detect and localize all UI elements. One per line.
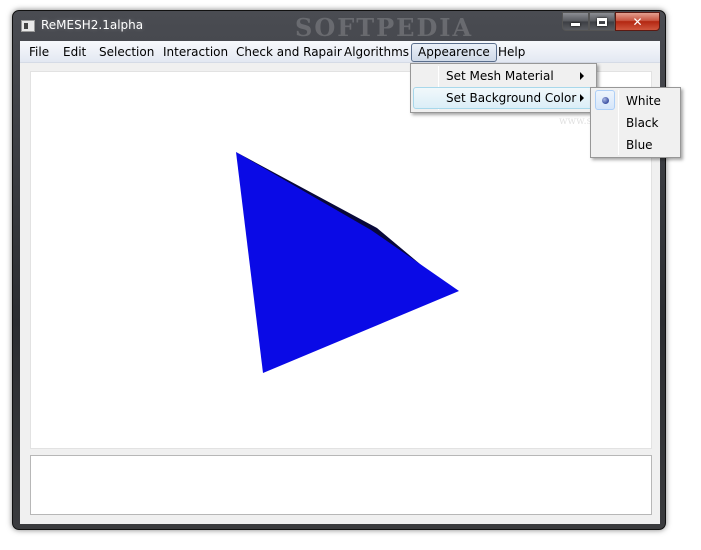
- menu-item-blue[interactable]: Blue: [593, 134, 678, 156]
- menu-item-label: Set Mesh Material: [446, 69, 554, 83]
- menu-algorithms[interactable]: Algorithms: [344, 43, 409, 62]
- minimize-icon: [571, 23, 580, 26]
- menu-item-label: Blue: [626, 138, 653, 152]
- menu-item-white[interactable]: White: [593, 90, 678, 112]
- menu-item-set-background-color[interactable]: Set Background Color: [413, 87, 594, 109]
- close-button[interactable]: ✕: [615, 12, 660, 31]
- close-icon: ✕: [632, 14, 643, 29]
- menu-bar: File Edit Selection Interaction Check an…: [20, 41, 660, 63]
- submenu-arrow-icon: [580, 72, 584, 80]
- background-color-submenu: White Black Blue: [590, 87, 681, 158]
- client-area: File Edit Selection Interaction Check an…: [20, 41, 660, 524]
- menu-help[interactable]: Help: [498, 43, 525, 62]
- menu-item-label: Set Background Color: [446, 91, 577, 105]
- app-icon[interactable]: [21, 20, 35, 32]
- menu-item-set-mesh-material[interactable]: Set Mesh Material: [413, 65, 594, 87]
- appearence-dropdown: Set Mesh Material Set Background Color: [410, 63, 597, 113]
- watermark-logo: SOFTPEDIA: [295, 13, 474, 42]
- submenu-arrow-icon: [580, 94, 584, 102]
- title-bar[interactable]: ReMESH2.1alpha SOFTPEDIA ✕: [13, 11, 665, 42]
- maximize-button[interactable]: [589, 12, 615, 31]
- menu-interaction[interactable]: Interaction: [163, 43, 228, 62]
- radio-selected-icon: [602, 97, 609, 104]
- menu-appearence[interactable]: Appearence: [411, 43, 497, 62]
- radio-check-frame: [595, 90, 615, 110]
- menu-selection[interactable]: Selection: [99, 43, 154, 62]
- menu-file[interactable]: File: [29, 43, 49, 62]
- mesh-triangle[interactable]: [236, 152, 459, 373]
- caption-buttons: ✕: [562, 12, 660, 32]
- window-title: ReMESH2.1alpha: [41, 18, 144, 32]
- mesh-viewport[interactable]: [30, 71, 652, 449]
- menu-check-and-rapair[interactable]: Check and Rapair: [236, 43, 342, 62]
- maximize-icon: [597, 17, 607, 26]
- menu-edit[interactable]: Edit: [63, 43, 86, 62]
- mesh-canvas[interactable]: [31, 72, 653, 450]
- menu-item-black[interactable]: Black: [593, 112, 678, 134]
- minimize-button[interactable]: [562, 12, 589, 31]
- log-panel[interactable]: [30, 455, 652, 515]
- menu-item-label: Black: [626, 116, 659, 130]
- menu-item-label: White: [626, 94, 661, 108]
